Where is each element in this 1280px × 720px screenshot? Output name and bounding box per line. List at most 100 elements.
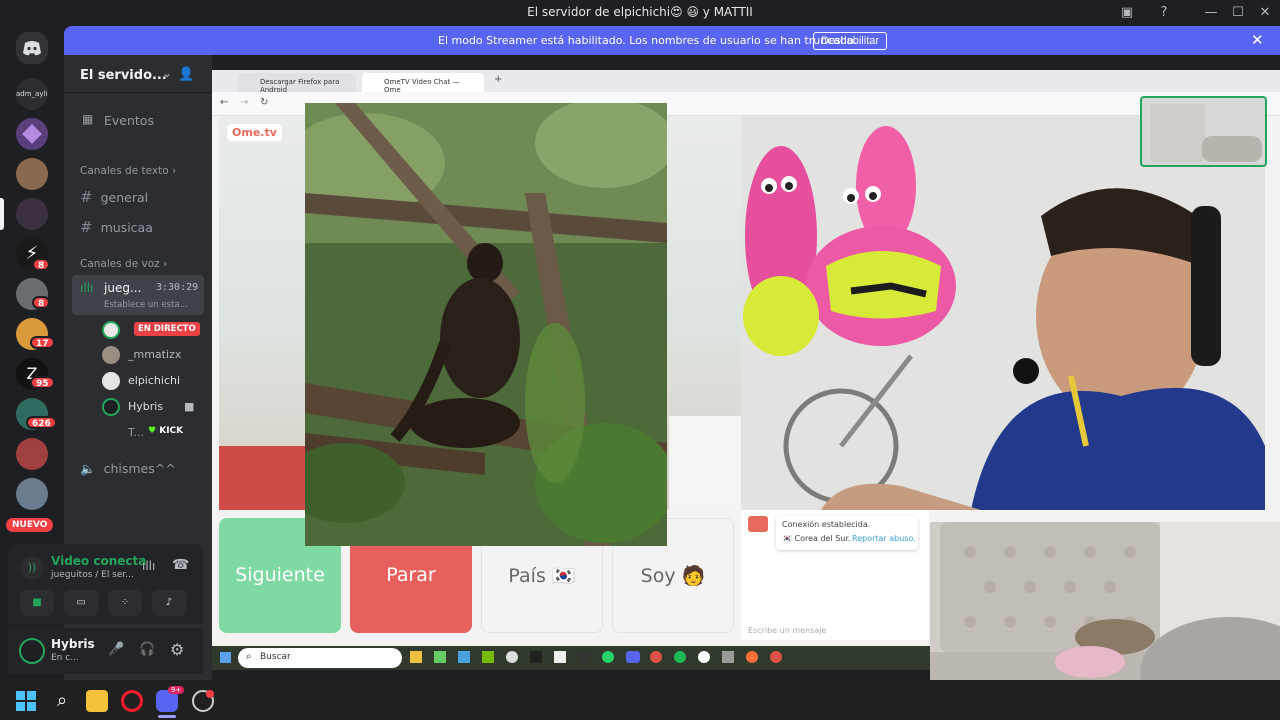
server-name[interactable]: El servido... xyxy=(80,68,167,83)
badge: 95 xyxy=(30,376,55,389)
server-red[interactable] xyxy=(16,438,48,470)
discord-icon[interactable] xyxy=(626,651,640,663)
inbox-icon[interactable]: ▣ xyxy=(1118,4,1136,22)
channel-label: musicaa xyxy=(100,220,153,235)
server-adm[interactable]: adm_ayli(? xyxy=(16,78,48,110)
back-icon[interactable]: ← xyxy=(220,97,228,108)
selected-pill xyxy=(0,198,4,230)
noise-suppression-icon[interactable]: ıllı xyxy=(142,559,155,573)
title-bar: El servidor de elpichichi😍 😃 y MATTII ▣ … xyxy=(0,0,1280,26)
help-icon[interactable]: ? xyxy=(1155,4,1173,22)
voice-location[interactable]: jueguitos / El ser... xyxy=(51,570,134,580)
disconnect-icon[interactable]: ☎ xyxy=(172,557,189,573)
avatar[interactable] xyxy=(102,372,120,390)
red-object xyxy=(219,446,305,510)
app-icon[interactable] xyxy=(578,651,590,663)
forward-icon[interactable]: → xyxy=(240,97,248,108)
shared-windows-taskbar: ⌕ Buscar xyxy=(212,646,930,670)
settings-gear-icon[interactable]: ⚙ xyxy=(170,640,184,659)
browser-tab-active[interactable]: OmeTV Video Chat — Ome xyxy=(362,73,484,94)
country-label: País xyxy=(508,565,546,587)
avatar[interactable] xyxy=(102,423,120,441)
badge: 626 xyxy=(26,416,57,429)
window-title: El servidor de elpichichi😍 😃 y MATTII xyxy=(527,5,753,19)
signal-icon: )) xyxy=(20,556,44,580)
terminal-icon[interactable] xyxy=(530,651,542,663)
server-purple[interactable] xyxy=(16,118,48,150)
discord-home-icon[interactable] xyxy=(16,32,48,64)
chat-input[interactable]: Escribe un mensaje xyxy=(748,626,826,635)
minimize-icon[interactable]: — xyxy=(1202,4,1220,22)
browser-tab[interactable]: Descargar Firefox para Android xyxy=(238,73,356,94)
person-icon: 🧑 xyxy=(681,565,706,587)
file-explorer-icon[interactable] xyxy=(86,690,108,712)
inner-search-box[interactable]: ⌕ Buscar xyxy=(238,648,402,668)
stranger-video-scene xyxy=(741,116,1265,510)
nvidia-icon[interactable] xyxy=(482,651,494,663)
events-link[interactable]: Eventos xyxy=(104,113,154,128)
chrome-icon[interactable] xyxy=(650,651,662,663)
add-member-icon[interactable]: 👤 xyxy=(178,67,194,82)
voice-timer: 3:30:29 xyxy=(156,282,199,293)
new-badge[interactable]: NUEVO xyxy=(6,518,54,532)
steam-icon[interactable] xyxy=(458,651,470,663)
user-status: En c... xyxy=(51,653,79,663)
reload-icon[interactable]: ↻ xyxy=(260,97,268,108)
search-icon[interactable]: ⌕ xyxy=(51,690,73,712)
flag-icon: 🇰🇷 xyxy=(551,565,576,587)
obs-icon[interactable] xyxy=(698,651,710,663)
user-name[interactable]: Hybris xyxy=(51,637,95,651)
opera-icon[interactable] xyxy=(121,690,143,712)
voice-user[interactable]: _mmatizx xyxy=(128,348,181,361)
server-avatar-1[interactable] xyxy=(16,158,48,190)
divider xyxy=(64,92,212,93)
speaker-icon: 🔈 xyxy=(80,461,96,476)
app-icon[interactable] xyxy=(434,651,446,663)
voice-user[interactable]: Hybris xyxy=(128,400,163,413)
screen-share-button[interactable]: ▭ xyxy=(64,590,98,616)
user-avatar[interactable] xyxy=(19,638,45,664)
voice-user[interactable]: elpichichi xyxy=(128,374,180,387)
voice-category-header[interactable]: Canales de voz › xyxy=(80,258,167,270)
firefox-icon[interactable] xyxy=(746,651,758,663)
report-abuse-link[interactable]: Reportar abuso. xyxy=(852,534,916,543)
new-tab-icon[interactable]: + xyxy=(494,74,502,85)
voice-channel-active[interactable]: ıllı jueg... 3:30:29 Establece un esta..… xyxy=(72,275,204,315)
windows-start-icon[interactable] xyxy=(220,652,231,663)
spotify-icon[interactable] xyxy=(674,651,686,663)
channel-chismes[interactable]: 🔈 chismes^^ xyxy=(80,461,176,477)
voice-status[interactable]: Video conecta xyxy=(51,554,146,568)
headphones-icon[interactable]: 🎧 xyxy=(139,642,155,657)
app-icon[interactable] xyxy=(506,651,518,663)
browser-tab-strip: Descargar Firefox para Android OmeTV Vid… xyxy=(212,70,1280,94)
file-explorer-icon[interactable] xyxy=(410,651,422,663)
avatar[interactable] xyxy=(102,321,120,339)
server-current[interactable] xyxy=(16,198,48,230)
whatsapp-icon[interactable] xyxy=(602,651,614,663)
close-banner-icon[interactable]: ✕ xyxy=(1251,31,1264,49)
close-window-icon[interactable]: ✕ xyxy=(1256,4,1274,22)
mic-icon[interactable]: 🎤 xyxy=(108,642,124,657)
channel-musicaa[interactable]: # musicaa xyxy=(80,218,153,236)
maximize-icon[interactable]: ☐ xyxy=(1229,4,1247,22)
chrome-icon[interactable] xyxy=(770,651,782,663)
voice-user[interactable]: T... xyxy=(128,426,144,439)
channel-general[interactable]: # general xyxy=(80,188,148,206)
server-blue[interactable] xyxy=(16,478,48,510)
app-icon[interactable] xyxy=(722,651,734,663)
self-camera-thumbnail[interactable] xyxy=(1140,96,1267,167)
soundboard-button[interactable]: ♪ xyxy=(152,590,186,616)
windows-start-icon[interactable] xyxy=(15,690,37,712)
discord-badge: 9+ xyxy=(168,686,185,694)
avatar[interactable] xyxy=(102,398,120,416)
chevron-down-icon[interactable]: ⌄ xyxy=(162,66,172,80)
text-category-header[interactable]: Canales de texto › xyxy=(80,165,176,177)
avatar[interactable] xyxy=(102,346,120,364)
chat-connected-text: Conexión establecida. xyxy=(782,520,871,529)
monkey-photo xyxy=(305,103,667,546)
voice-connection-panel: )) Video conecta jueguitos / El ser... ı… xyxy=(8,544,203,624)
disable-streamer-button[interactable]: Deshabilitar xyxy=(813,32,887,50)
camera-button[interactable]: ■ xyxy=(20,590,54,616)
activities-button[interactable]: ⁘ xyxy=(108,590,142,616)
notepad-icon[interactable] xyxy=(554,651,566,663)
